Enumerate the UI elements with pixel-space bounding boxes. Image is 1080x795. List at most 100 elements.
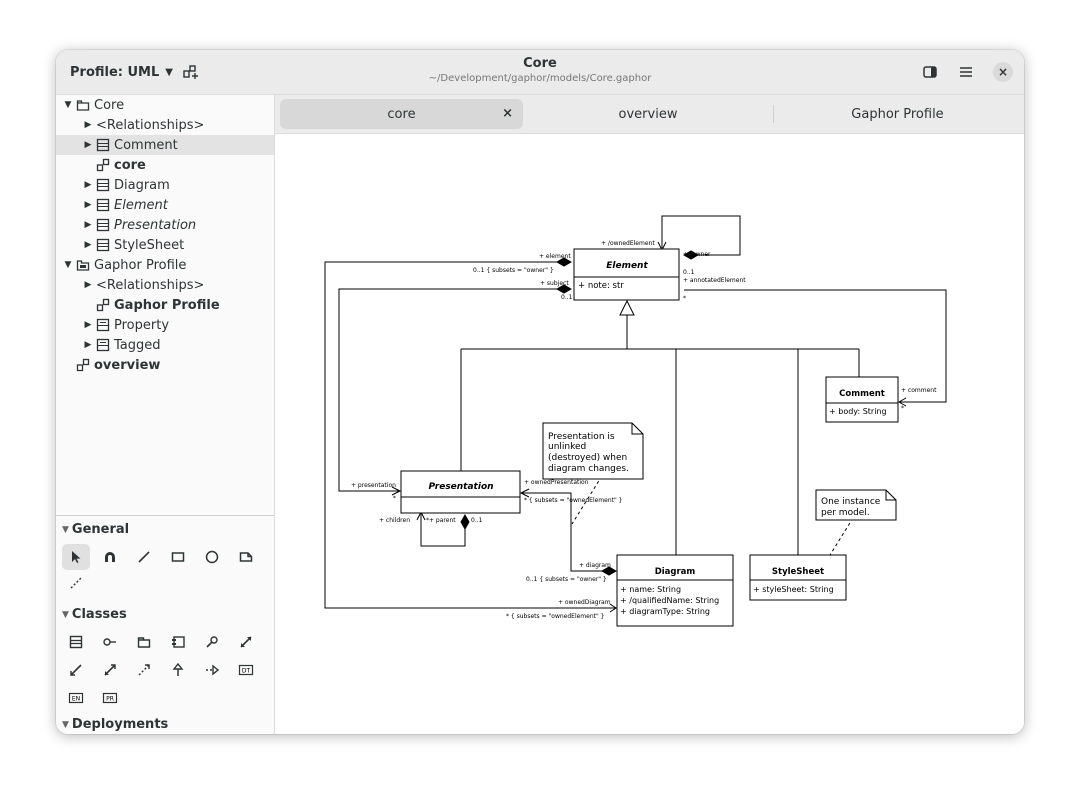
expander-down-icon[interactable]: ▼ (63, 260, 73, 270)
generalization-icon[interactable] (164, 657, 192, 683)
diagram-tabs: core × overview Gaphor Profile (275, 95, 1024, 134)
comment-icon[interactable] (232, 544, 260, 570)
class-comment[interactable]: Comment + body: String (825, 376, 899, 423)
tab-label: core (387, 106, 416, 122)
role-label: + subject (540, 280, 569, 287)
class-diagram[interactable]: Diagram + name: String + /qualifiedName:… (616, 554, 734, 627)
class-attribute: + name: String (620, 585, 681, 594)
tree-row[interactable]: core (56, 155, 274, 175)
tree-row[interactable]: overview (56, 355, 274, 375)
tab-separator (773, 105, 774, 123)
class-icon (96, 238, 110, 252)
tree-row[interactable]: Gaphor Profile (56, 295, 274, 315)
expander-right-icon[interactable]: ▶ (83, 240, 93, 250)
dependency-icon[interactable] (130, 657, 158, 683)
note-anchor-line (829, 517, 854, 556)
generalization-triangle (619, 299, 635, 316)
class-presentation[interactable]: Presentation (400, 470, 521, 514)
association-icon[interactable] (232, 629, 260, 655)
annotated-element-association-line[interactable] (684, 289, 947, 403)
role-label: + ownedDiagram (558, 599, 611, 606)
hamburger-menu-icon[interactable] (956, 62, 976, 82)
tree-item-label: <Relationships> (96, 117, 205, 133)
expander-right-icon[interactable]: ▶ (83, 320, 93, 330)
diagram-icon (96, 298, 110, 312)
toolbox-section-general[interactable]: ▼ General (62, 522, 129, 537)
class-element[interactable]: Element + note: str (573, 248, 680, 301)
comment-note-presentation[interactable]: Presentation is unlinked (destroyed) whe… (542, 422, 644, 480)
tree-row[interactable]: ▶ Element (56, 195, 274, 215)
close-icon: × (997, 65, 1009, 79)
tree-row[interactable]: ▶ <Relationships> (56, 115, 274, 135)
stereotype-icon (96, 318, 110, 332)
expander-right-icon[interactable]: ▶ (83, 180, 93, 190)
note-line: One instance (821, 497, 881, 507)
tab-overview[interactable]: overview (525, 99, 771, 129)
tree-item-label: Diagram (114, 177, 170, 193)
interface-icon[interactable] (96, 629, 124, 655)
tree-row[interactable]: ▼ Core (56, 95, 274, 115)
primitive-badge-label: PR (106, 696, 114, 703)
tree-item-label: Gaphor Profile (94, 257, 187, 273)
tree-row[interactable]: ▶ Tagged (56, 335, 274, 355)
tree-row[interactable]: ▼ Gaphor Profile (56, 255, 274, 275)
close-window-button[interactable]: × (993, 62, 1013, 82)
primitive-icon[interactable]: PR (96, 685, 124, 711)
implementation-icon[interactable] (198, 657, 226, 683)
tree-row[interactable]: ▶ Property (56, 315, 274, 335)
expander-right-icon[interactable]: ▶ (83, 200, 93, 210)
tree-item-label: StyleSheet (114, 237, 185, 253)
composite-association-icon[interactable] (96, 657, 124, 683)
subject-association-line[interactable] (338, 288, 571, 492)
sidebar-toggle-icon[interactable] (920, 62, 940, 82)
comment-note-stylesheet[interactable]: One instance per model. (815, 489, 897, 521)
class-icon[interactable] (62, 629, 90, 655)
class-stylesheet[interactable]: StyleSheet + styleSheet: String (749, 554, 847, 601)
tree-row[interactable]: ▶ Comment (56, 135, 274, 155)
window-subtitle: ~/Development/gaphor/models/Core.gaphor (428, 73, 652, 84)
box-icon[interactable] (164, 544, 192, 570)
line-icon[interactable] (130, 544, 158, 570)
package-icon[interactable] (130, 629, 158, 655)
profile-icon (76, 258, 90, 272)
pointer-icon[interactable] (62, 544, 90, 570)
multiplicity-label: * (393, 495, 396, 502)
class-icon (96, 138, 110, 152)
expander-right-icon[interactable]: ▶ (83, 140, 93, 150)
ellipse-icon[interactable] (198, 544, 226, 570)
component-icon[interactable] (164, 629, 192, 655)
diagram-canvas[interactable]: Element + note: str Comment + body: Stri… (275, 134, 1024, 734)
magnet-icon[interactable] (96, 544, 124, 570)
tree-item-label: Core (94, 97, 125, 113)
enumeration-badge-label: EN (72, 696, 80, 703)
note-line: unlinked (548, 442, 586, 452)
tree-row[interactable]: ▶ Diagram (56, 175, 274, 195)
tree-row[interactable]: ▶ <Relationships> (56, 275, 274, 295)
class-icon (96, 218, 110, 232)
multiplicity-label: * (683, 295, 686, 302)
expander-right-icon[interactable]: ▶ (83, 280, 93, 290)
toolbox-section-classes[interactable]: ▼ Classes (62, 607, 127, 622)
comment-line-icon[interactable] (62, 570, 90, 596)
tab-core[interactable]: core × (280, 99, 523, 129)
enumeration-icon[interactable]: EN (62, 685, 90, 711)
toolbox-section-deployments[interactable]: ▼ Deployments (62, 717, 168, 732)
class-attribute: + diagramType: String (620, 607, 710, 616)
class-icon (96, 178, 110, 192)
expander-down-icon[interactable]: ▼ (63, 100, 73, 110)
datatype-icon[interactable]: DT (232, 657, 260, 683)
window-title: Core (523, 56, 557, 71)
tree-row[interactable]: ▶ StyleSheet (56, 235, 274, 255)
tab-gaphor-profile[interactable]: Gaphor Profile (775, 99, 1020, 129)
role-label: + element (539, 253, 571, 260)
expander-right-icon[interactable]: ▶ (83, 120, 93, 130)
pin-icon[interactable] (198, 629, 226, 655)
tab-label: Gaphor Profile (851, 106, 944, 122)
expander-right-icon[interactable]: ▶ (83, 220, 93, 230)
owned-presentation-association-line[interactable] (521, 492, 616, 572)
expander-right-icon[interactable]: ▶ (83, 340, 93, 350)
shared-association-icon[interactable] (62, 657, 90, 683)
close-icon[interactable]: × (502, 106, 513, 121)
role-label: + diagram (579, 562, 611, 569)
tree-row[interactable]: ▶ Presentation (56, 215, 274, 235)
